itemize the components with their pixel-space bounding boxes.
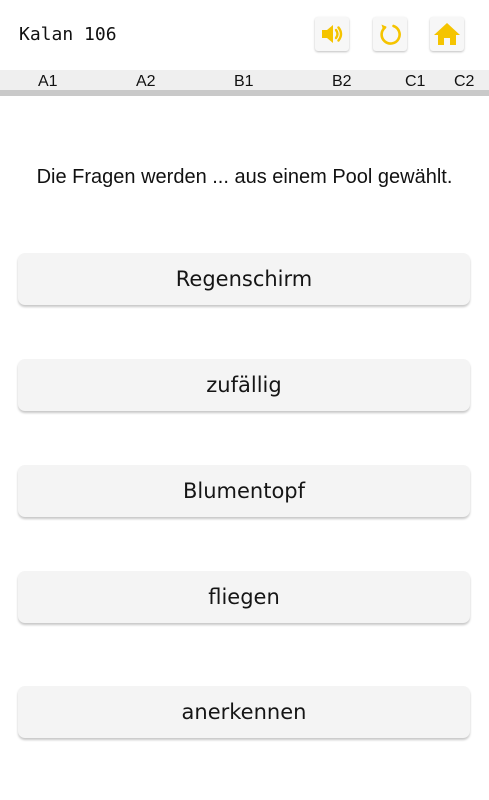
remaining-counter: Kalan 106 (19, 24, 117, 45)
level-c1[interactable]: C1 (405, 73, 425, 91)
level-a2[interactable]: A2 (136, 73, 156, 91)
answer-option-2[interactable]: zufällig (18, 359, 470, 411)
level-b1[interactable]: B1 (234, 73, 254, 91)
top-bar: Kalan 106 (0, 0, 489, 70)
home-button[interactable] (430, 17, 464, 51)
answer-option-5[interactable]: anerkennen (18, 686, 470, 738)
question-text: Die Fragen werden ... aus einem Pool gew… (36, 166, 453, 188)
answer-option-1[interactable]: Regenschirm (18, 253, 470, 305)
level-c2[interactable]: C2 (454, 73, 474, 91)
level-b2[interactable]: B2 (332, 73, 352, 91)
restart-button[interactable] (373, 17, 407, 51)
answer-option-3[interactable]: Blumentopf (18, 465, 470, 517)
sound-button[interactable] (315, 17, 349, 51)
speaker-icon (319, 21, 345, 47)
home-icon (433, 21, 461, 47)
level-a1[interactable]: A1 (38, 73, 58, 91)
answer-option-4[interactable]: fliegen (18, 571, 470, 623)
refresh-icon (377, 21, 403, 47)
